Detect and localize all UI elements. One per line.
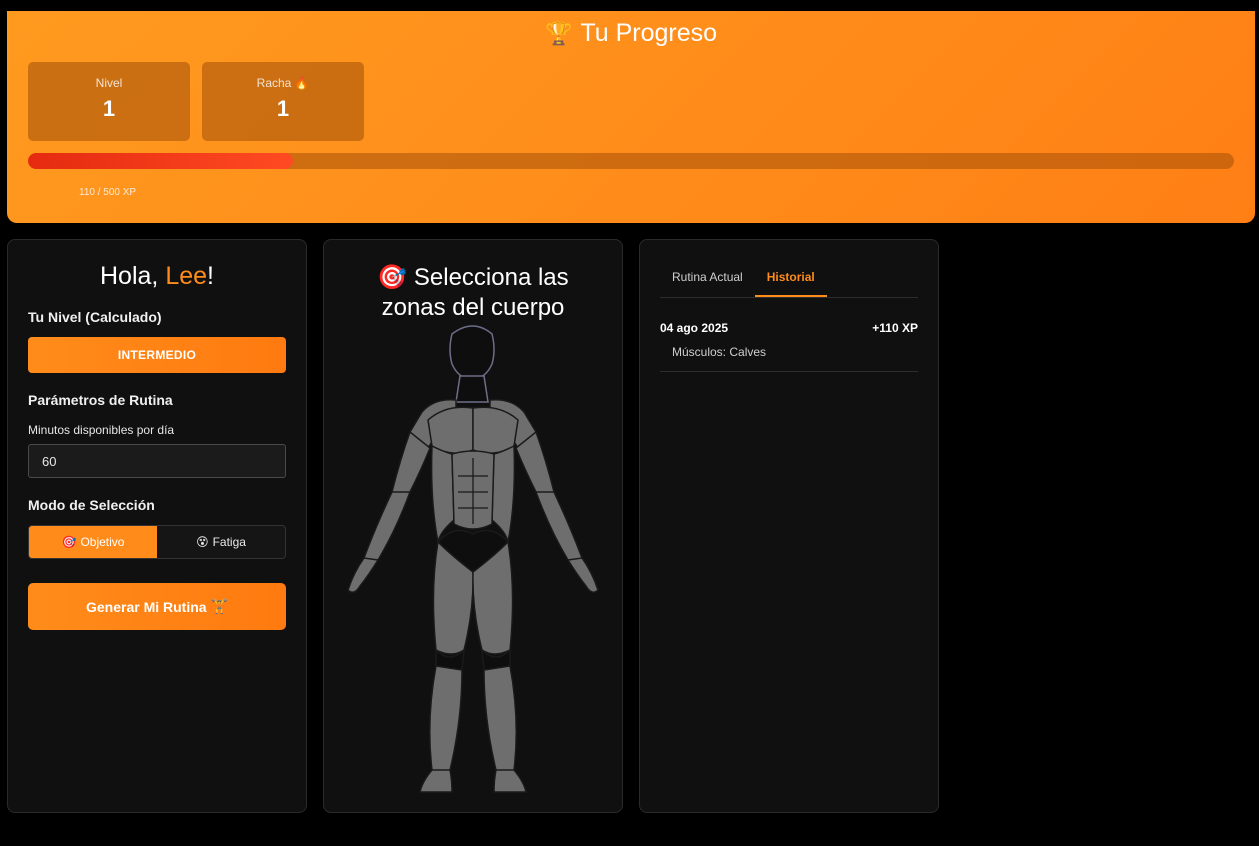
xp-progress-bar: [28, 153, 1234, 169]
body-zone-neck[interactable]: [455, 375, 489, 403]
progress-title-text: Tu Progreso: [580, 19, 718, 47]
body-zone-left-forearm[interactable]: [363, 491, 412, 563]
body-zone-right-calf[interactable]: [483, 665, 517, 774]
params-section-label: Parámetros de Rutina: [28, 392, 173, 408]
level-button[interactable]: INTERMEDIO: [28, 337, 286, 373]
level-value: 1: [102, 96, 116, 121]
body-zone-right-obliques[interactable]: [491, 444, 516, 543]
history-date: 04 ago 2025: [660, 321, 729, 335]
mode-option-objetivo[interactable]: 🎯 Objetivo: [29, 526, 157, 558]
mode-option-label: Fatiga: [212, 535, 246, 549]
streak-value: 1: [276, 96, 290, 121]
greeting-prefix: Hola,: [100, 262, 166, 290]
weightlifter-icon: 🏋: [210, 598, 229, 614]
routine-settings-card: Hola, Lee! Tu Nivel (Calculado) INTERMED…: [7, 239, 307, 813]
selection-mode-toggle: 🎯 Objetivo 😵 Fatiga: [28, 525, 286, 559]
target-icon: 🎯: [61, 535, 77, 549]
fire-icon: 🔥: [294, 76, 310, 90]
body-zone-right-forearm[interactable]: [534, 491, 583, 563]
history-muscles: Músculos: Calves: [672, 345, 767, 359]
mode-section-label: Modo de Selección: [28, 497, 155, 513]
body-zone-head[interactable]: [449, 325, 495, 381]
progress-panel: 🏆 Tu Progreso Nivel 1 Racha 🔥 1 110 / 50…: [7, 11, 1255, 223]
streak-label: Racha: [256, 76, 292, 90]
body-zone-right-foot[interactable]: [493, 769, 527, 793]
routine-tabs: Rutina Actual Historial: [660, 264, 918, 298]
mode-option-fatiga[interactable]: 😵 Fatiga: [157, 526, 285, 558]
body-zone-right-hand[interactable]: [566, 557, 599, 593]
body-zone-right-chest[interactable]: [472, 406, 519, 454]
body-zone-card: 🎯 Selecciona las zonas del cuerpo: [323, 239, 623, 813]
streak-stat-card: Racha 🔥 1: [202, 62, 364, 141]
tab-historial[interactable]: Historial: [754, 264, 827, 297]
generate-routine-button[interactable]: Generar Mi Rutina 🏋: [28, 583, 286, 630]
level-stat-card: Nivel 1: [28, 62, 190, 141]
history-xp: +110 XP: [872, 321, 918, 335]
body-zone-left-foot[interactable]: [419, 769, 453, 793]
minutes-label: Minutos disponibles por día: [28, 423, 175, 437]
body-zone-title-line1: Selecciona las: [413, 264, 569, 291]
body-zone-title: 🎯 Selecciona las zonas del cuerpo: [324, 263, 622, 323]
level-section-label: Tu Nivel (Calculado): [28, 309, 162, 325]
body-map: [347, 325, 599, 793]
mode-option-label: Objetivo: [80, 535, 125, 549]
dizzy-face-icon: 😵: [196, 535, 209, 549]
body-zone-left-chest[interactable]: [427, 406, 474, 454]
body-zone-left-hand[interactable]: [347, 557, 380, 593]
xp-text: 110 / 500 XP: [79, 187, 137, 198]
body-zone-left-calf[interactable]: [429, 665, 463, 774]
xp-progress-fill: [28, 153, 294, 169]
history-list-item: 04 ago 2025 +110 XP Músculos: Calves: [660, 318, 918, 372]
tab-rutina-actual[interactable]: Rutina Actual: [660, 264, 755, 297]
greeting: Hola, Lee!: [8, 262, 306, 291]
body-zone-left-obliques[interactable]: [430, 444, 455, 543]
greeting-suffix: !: [207, 262, 214, 290]
trophy-icon: 🏆: [544, 20, 573, 46]
minutes-input[interactable]: [28, 444, 286, 478]
generate-routine-label: Generar Mi Rutina: [85, 598, 207, 615]
body-zone-title-line2: zonas del cuerpo: [381, 294, 565, 321]
level-label: Nivel: [95, 76, 123, 90]
target-icon: 🎯: [377, 264, 408, 291]
progress-title: 🏆 Tu Progreso: [7, 19, 1255, 48]
user-name: Lee: [165, 262, 208, 290]
history-card: Rutina Actual Historial 04 ago 2025 +110…: [639, 239, 939, 813]
